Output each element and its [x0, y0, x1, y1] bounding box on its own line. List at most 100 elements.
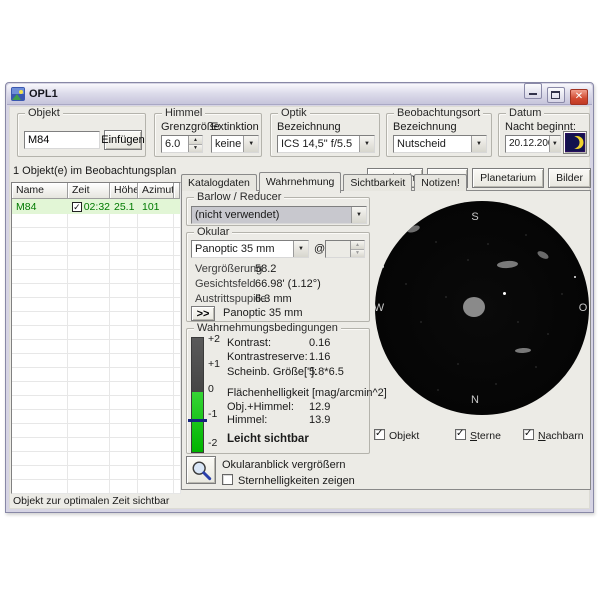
maximize-button[interactable]: [547, 87, 565, 103]
okular-dropdown[interactable]: Panoptic 35 mm ▼: [191, 240, 309, 258]
empty-table-row[interactable]: [12, 354, 180, 368]
empty-table-row[interactable]: [12, 466, 180, 480]
column-header-zeit[interactable]: Zeit: [68, 183, 110, 199]
scale-zero: 0: [208, 383, 228, 395]
plan-table: Name Zeit Höhe Azimut M84 ✓ 02:32 25.1 1…: [11, 182, 181, 494]
group-datum: Datum Nacht beginnt: 20.12.2008 ▼: [498, 113, 590, 157]
visibility-bar-green: [192, 392, 203, 452]
empty-table-row[interactable]: [12, 452, 180, 466]
column-header-hoehe[interactable]: Höhe: [110, 183, 138, 199]
empty-table-row[interactable]: [12, 382, 180, 396]
tab-notizen[interactable]: Notizen!: [414, 174, 467, 191]
grenzgroesse-spinner[interactable]: 6.0 ▲▼: [161, 135, 203, 153]
scale-plus2: +2: [208, 333, 228, 345]
scale-plus1: +1: [208, 358, 228, 370]
empty-table-row[interactable]: [12, 368, 180, 382]
spin-up-icon[interactable]: ▲: [351, 241, 364, 250]
empty-table-row[interactable]: [12, 228, 180, 242]
empty-table-row[interactable]: [12, 256, 180, 270]
extinktion-label: Extinktion: [211, 121, 259, 133]
eyepiece-view[interactable]: S W O N: [375, 201, 589, 415]
spin-down-icon[interactable]: ▼: [189, 145, 202, 153]
barlow-dropdown[interactable]: (nicht verwendet) ▼: [191, 206, 367, 224]
column-header-name[interactable]: Name: [12, 183, 68, 199]
empty-table-row[interactable]: [12, 424, 180, 438]
scheinbare-groesse-label: Scheinb. Größe["]:: [227, 366, 317, 378]
faint-star: [437, 389, 439, 391]
maximize-icon: [551, 91, 560, 99]
group-okular: Okular Panoptic 35 mm ▼ @ ▲▼ Vergrößerun…: [186, 232, 370, 322]
column-header-azimut[interactable]: Azimut: [138, 183, 174, 199]
empty-table-row[interactable]: [12, 270, 180, 284]
okular-position-spinner[interactable]: ▲▼: [325, 240, 365, 258]
cell-zeit-text: 02:32: [84, 201, 110, 213]
empty-table-row[interactable]: [12, 480, 180, 494]
minimize-button[interactable]: [524, 83, 542, 99]
kontrast-label: Kontrast:: [227, 337, 271, 349]
column-header-filler: [174, 183, 180, 199]
scale-minus2: -2: [208, 437, 228, 449]
dropdown-arrow-icon[interactable]: ▼: [293, 241, 308, 257]
datum-dropdown[interactable]: 20.12.2008 ▼: [505, 135, 561, 153]
magnify-button[interactable]: [186, 456, 216, 484]
ort-dropdown[interactable]: Nutscheid ▼: [393, 135, 487, 153]
dropdown-arrow-icon[interactable]: ▼: [471, 136, 486, 152]
spin-up-icon[interactable]: ▲: [189, 136, 202, 145]
okular-position-value: [326, 241, 350, 257]
empty-table-row[interactable]: [12, 438, 180, 452]
empty-table-row[interactable]: [12, 214, 180, 228]
tab-sichtbarkeit[interactable]: Sichtbarkeit: [343, 174, 412, 191]
faint-star: [457, 363, 459, 365]
extinktion-dropdown[interactable]: keine ▼: [211, 135, 259, 153]
star: [381, 265, 384, 268]
vergroesserung-label: Vergrößerung: [195, 263, 262, 275]
obj-himmel-label: Obj.+Himmel:: [227, 401, 294, 413]
empty-table-row[interactable]: [12, 396, 180, 410]
moon-phase-button[interactable]: [563, 131, 587, 154]
nachbarn-checkbox-label: Nachbarn: [538, 430, 584, 442]
extinktion-value: keine: [212, 136, 243, 152]
sterne-checkbox-label: Sterne: [470, 430, 501, 442]
bilder-button[interactable]: Bilder: [548, 168, 591, 188]
empty-table-row[interactable]: [12, 312, 180, 326]
faint-star: [435, 241, 437, 243]
dropdown-arrow-icon[interactable]: ▼: [549, 136, 560, 152]
dropdown-arrow-icon[interactable]: ▼: [359, 136, 374, 152]
tab-wahrnehmung[interactable]: Wahrnehmung: [259, 172, 341, 193]
tab-katalogdaten[interactable]: Katalogdaten: [181, 174, 257, 191]
row-checkbox[interactable]: ✓: [72, 202, 82, 212]
himmel-value: 13.9: [309, 414, 330, 426]
nachbarn-checkbox[interactable]: ✓: [523, 429, 534, 440]
sterne-checkbox[interactable]: ✓: [455, 429, 466, 440]
page-background: OPL1 ✕ Objekt Einfügen Himmel Grenzgröße…: [0, 0, 600, 600]
compass-n: N: [471, 394, 479, 406]
empty-table-row[interactable]: [12, 298, 180, 312]
checkmark-icon: ✓: [456, 428, 464, 439]
faint-star: [525, 234, 527, 236]
empty-table-row[interactable]: [12, 340, 180, 354]
objekt-input[interactable]: [24, 131, 100, 149]
optik-dropdown[interactable]: ICS 14,5" f/5.5 ▼: [277, 135, 375, 153]
einfuegen-button[interactable]: Einfügen: [104, 130, 142, 150]
group-himmel: Himmel Grenzgröße 6.0 ▲▼ Extinktion kein…: [154, 113, 262, 157]
empty-table-row[interactable]: [12, 410, 180, 424]
dropdown-arrow-icon[interactable]: ▼: [243, 136, 258, 152]
faint-star: [547, 333, 549, 335]
title-bar[interactable]: OPL1 ✕: [7, 84, 592, 105]
spin-down-icon[interactable]: ▼: [351, 250, 364, 258]
app-window: OPL1 ✕ Objekt Einfügen Himmel Grenzgröße…: [5, 82, 594, 513]
faint-star: [420, 321, 422, 323]
objekt-checkbox[interactable]: ✓: [374, 429, 385, 440]
group-himmel-label: Himmel: [162, 107, 205, 119]
plan-count-label: 1 Objekt(e) im Beobachtungsplan: [13, 165, 176, 177]
empty-table-row[interactable]: [12, 326, 180, 340]
planetarium-button[interactable]: Planetarium: [472, 168, 544, 188]
client-area: Objekt Einfügen Himmel Grenzgröße 6.0 ▲▼…: [9, 106, 590, 509]
okular-quick-button[interactable]: >>: [191, 306, 215, 321]
sternhelligkeiten-checkbox[interactable]: [222, 474, 233, 485]
empty-table-row[interactable]: [12, 242, 180, 256]
dropdown-arrow-icon[interactable]: ▼: [351, 207, 366, 223]
close-button[interactable]: ✕: [570, 89, 588, 105]
empty-table-row[interactable]: [12, 284, 180, 298]
table-row[interactable]: M84 ✓ 02:32 25.1 101: [12, 199, 180, 214]
